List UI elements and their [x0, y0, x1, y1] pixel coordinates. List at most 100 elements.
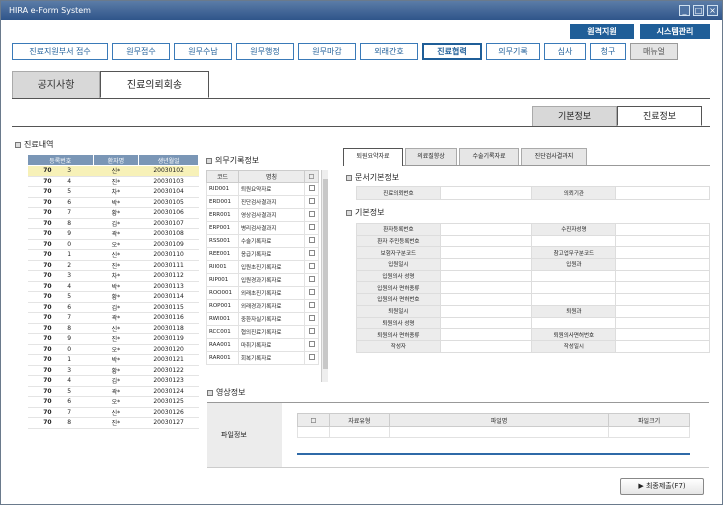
system-admin-button[interactable]: 시스템관리: [640, 24, 710, 39]
row-checkbox[interactable]: [308, 263, 315, 269]
referral-number-value: [439, 186, 533, 200]
table-row[interactable]: 70 7 곽* 20030116: [27, 312, 199, 324]
table-row[interactable]: ERR001 영상검사결과지: [206, 208, 319, 222]
menu-item[interactable]: 심사: [544, 43, 586, 60]
row-checkbox[interactable]: [308, 237, 315, 243]
menu-item[interactable]: 원무행정: [236, 43, 294, 60]
col-header[interactable]: 생년월일: [138, 154, 199, 166]
field-value: [439, 293, 533, 306]
table-row[interactable]: 70 5 차* 20030104: [27, 186, 199, 198]
table-cell: 70: [27, 312, 68, 324]
table-row[interactable]: RSS001 수술기록자료: [206, 234, 319, 248]
tab-basic-info[interactable]: 기본정보: [532, 106, 617, 126]
close-icon[interactable]: ×: [707, 5, 718, 16]
col-header[interactable]: 환자명: [92, 154, 140, 166]
menu-item[interactable]: 진료지원부서 접수: [12, 43, 108, 60]
table-row[interactable]: REE001 응급기록자료: [206, 247, 319, 261]
table-row[interactable]: 70 7 황* 20030106: [27, 207, 199, 219]
table-row[interactable]: RIP001 입원경과기록자료: [206, 273, 319, 287]
table-row[interactable]: 70 3 황* 20030122: [27, 365, 199, 376]
table-cell: 20030121: [138, 354, 199, 366]
table-row[interactable]: 70 7 신* 20030126: [27, 407, 199, 418]
row-checkbox[interactable]: [308, 302, 315, 308]
section-image-info: 영상정보: [207, 387, 245, 398]
row-checkbox[interactable]: [308, 341, 315, 347]
row-checkbox[interactable]: [308, 289, 315, 295]
menu-item-active[interactable]: 진료협력: [422, 43, 482, 60]
row-checkbox[interactable]: [308, 211, 315, 217]
row-checkbox[interactable]: [308, 198, 315, 204]
field-label: 입원일시: [356, 258, 441, 271]
records-scrollbar[interactable]: [321, 170, 328, 382]
table-row[interactable]: 70 1 신* 20030110: [27, 249, 199, 261]
row-checkbox[interactable]: [308, 328, 315, 334]
row-checkbox[interactable]: [308, 224, 315, 230]
table-row[interactable]: ERP001 병리검사결과지: [206, 221, 319, 235]
table-row[interactable]: 70 0 오* 20030109: [27, 239, 199, 250]
menu-item[interactable]: 의무기록: [486, 43, 540, 60]
field-empty: [531, 269, 617, 283]
tab-discharge-summary[interactable]: 퇴원요약자료: [343, 148, 403, 166]
menu-item[interactable]: 청구: [590, 43, 626, 60]
table-row[interactable]: 70 4 박* 20030113: [27, 281, 199, 292]
table-row[interactable]: 70 9 진* 20030119: [27, 333, 199, 345]
select-all-checkbox[interactable]: □: [304, 170, 319, 183]
table-row[interactable]: 70 8 진* 20030127: [27, 417, 199, 429]
table-row[interactable]: 70 9 곽* 20030108: [27, 228, 199, 240]
table-row[interactable]: 70 5 황* 20030114: [27, 291, 199, 303]
table-row[interactable]: 70 6 김* 20030115: [27, 302, 199, 313]
table-row[interactable]: 70 0 오* 20030120: [27, 344, 199, 355]
table-row[interactable]: ROO001 외래초진기록자료: [206, 286, 319, 300]
tab-referral[interactable]: 진료의뢰회송: [100, 71, 209, 98]
tab-lab-results[interactable]: 진단검사결과지: [521, 148, 587, 165]
tab-medical-info[interactable]: 진료정보: [617, 106, 702, 126]
table-row[interactable]: RII001 입원초진기록자료: [206, 260, 319, 274]
menu-item[interactable]: 원무마감: [298, 43, 356, 60]
remote-support-button[interactable]: 원격지원: [570, 24, 634, 39]
row-checkbox[interactable]: [308, 276, 315, 282]
row-checkbox[interactable]: [308, 354, 315, 360]
minimize-icon[interactable]: _: [679, 5, 690, 16]
table-row[interactable]: 70 1 박* 20030121: [27, 354, 199, 366]
scrollbar-thumb[interactable]: [323, 179, 328, 369]
menu-item[interactable]: 원무접수: [112, 43, 170, 60]
row-checkbox[interactable]: [308, 185, 315, 191]
table-row[interactable]: RAR001 회복기록자료: [206, 351, 319, 365]
table-cell: 김*: [93, 218, 139, 229]
section-square-icon: [207, 389, 213, 396]
table-row[interactable]: 70 2 진* 20030111: [27, 260, 199, 271]
form-row: 보험자구분코드 참고업무구분코드: [356, 246, 710, 260]
table-cell: 20030103: [138, 176, 199, 187]
table-row[interactable]: 70 4 진* 20030103: [27, 176, 199, 187]
final-submit-button[interactable]: ▶ 최종제출(F7): [620, 478, 704, 495]
col-header[interactable]: 등록번호: [27, 154, 94, 166]
table-row[interactable]: 70 6 박* 20030105: [27, 197, 199, 208]
table-row[interactable]: ROP001 외래경과기록자료: [206, 299, 319, 313]
table-row[interactable]: 70 8 신* 20030118: [27, 323, 199, 334]
field-label: 입원의사 면허종류: [356, 281, 441, 295]
field-value: [615, 223, 710, 236]
table-row[interactable]: ERD001 진단검사결과지: [206, 195, 319, 209]
table-row[interactable]: RCC001 협의진료기록자료: [206, 325, 319, 339]
table-row[interactable]: RWI001 중환자실기록자료: [206, 312, 319, 326]
table-row[interactable]: RID001 퇴원요약자료: [206, 182, 319, 196]
row-checkbox[interactable]: [308, 250, 315, 256]
tab-quality[interactable]: 의료질향상: [405, 148, 457, 165]
select-all-checkbox[interactable]: □: [297, 413, 330, 427]
table-row[interactable]: 70 3 차* 20030112: [27, 270, 199, 282]
table-cell: 7: [67, 207, 94, 219]
maximize-icon[interactable]: □: [693, 5, 704, 16]
tab-notice[interactable]: 공지사항: [12, 71, 100, 98]
menu-item[interactable]: 원무수납: [174, 43, 232, 60]
table-row[interactable]: 70 8 김* 20030107: [27, 218, 199, 229]
tab-surgery-records[interactable]: 수술기록자료: [459, 148, 519, 165]
table-row[interactable]: 70 6 오* 20030125: [27, 396, 199, 408]
table-cell: 70: [27, 176, 68, 187]
table-row[interactable]: 70 5 곽* 20030124: [27, 386, 199, 397]
table-row[interactable]: 70 4 김* 20030123: [27, 375, 199, 387]
table-row[interactable]: RAA001 마취기록자료: [206, 338, 319, 352]
menu-item[interactable]: 외래간호: [360, 43, 418, 60]
menu-item-manual[interactable]: 매뉴얼: [630, 43, 678, 60]
row-checkbox[interactable]: [308, 315, 315, 321]
table-row[interactable]: 70 3 신* 20030102: [27, 165, 199, 177]
